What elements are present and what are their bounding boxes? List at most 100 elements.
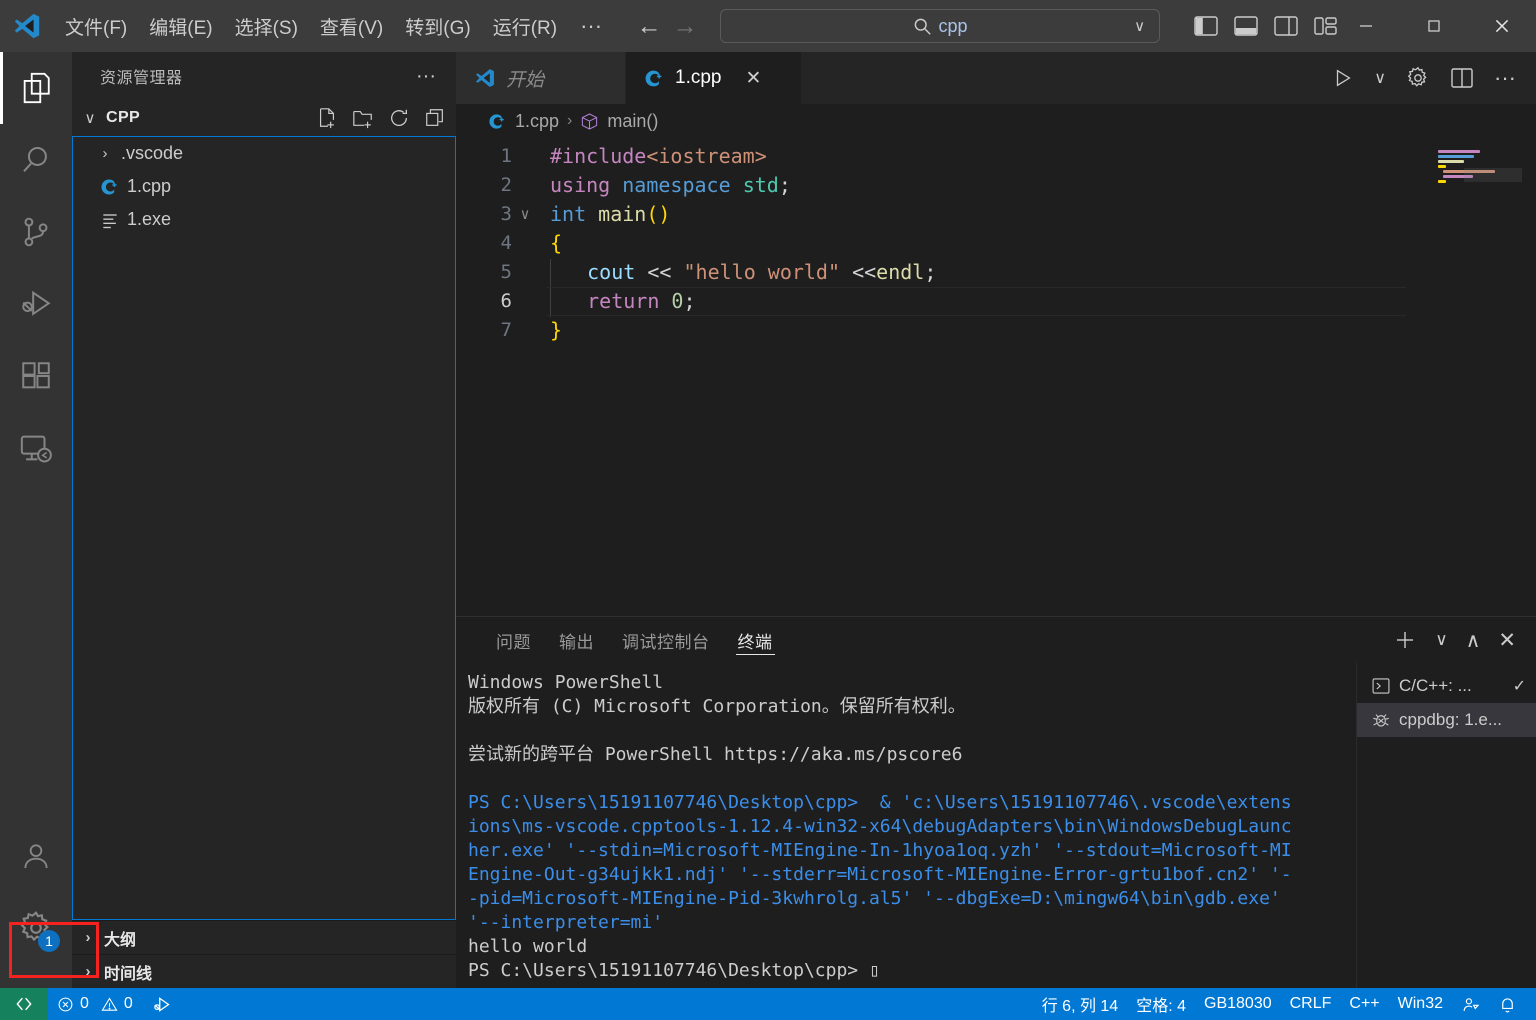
status-language-mode[interactable]: C++ (1340, 995, 1388, 1013)
activity-settings[interactable]: 1 (0, 892, 72, 964)
check-icon: ✓ (1512, 678, 1526, 695)
activity-accounts[interactable] (0, 820, 72, 892)
chevron-down-icon[interactable]: ∨ (1134, 17, 1145, 35)
close-window-button[interactable] (1468, 0, 1536, 52)
terminal-line: 尝试新的跨平台 PowerShell https://aka.ms/pscore… (468, 744, 963, 765)
menu-go[interactable]: 转到(G) (394, 0, 481, 52)
bottom-panel: 问题 输出 调试控制台 终端 ∨ ∧ ✕ Windows PowerShell … (456, 616, 1536, 988)
panel-tab-terminal[interactable]: 终端 (724, 617, 787, 663)
search-icon (913, 17, 932, 36)
close-panel-icon[interactable]: ✕ (1498, 628, 1516, 653)
terminal-instance-cppdbg[interactable]: cppdbg: 1.e... (1357, 703, 1536, 737)
section-timeline[interactable]: › 时间线 (72, 954, 456, 988)
sidebar-more-button[interactable]: ··· (408, 65, 444, 88)
refresh-icon[interactable] (388, 107, 410, 129)
settings-badge: 1 (38, 930, 60, 952)
line-number: 3 (500, 203, 512, 225)
token-main: main (598, 202, 647, 226)
collapse-all-icon[interactable] (424, 107, 446, 129)
menu-more-button[interactable]: ··· (568, 0, 614, 52)
panel-tab-problems[interactable]: 问题 (482, 617, 545, 663)
quick-open-input[interactable]: cpp ∨ (720, 9, 1161, 43)
back-arrow-icon[interactable]: ← (636, 13, 662, 39)
editor-more-button[interactable]: ··· (1494, 65, 1516, 91)
line-number: 1 (500, 145, 512, 167)
tree-item-1cpp[interactable]: 1.cpp (73, 170, 455, 203)
terminal-output[interactable]: Windows PowerShell 版权所有 (C) Microsoft Co… (456, 663, 1356, 988)
panel-tab-output[interactable]: 输出 (545, 617, 608, 663)
folder-name: CPP (106, 109, 141, 126)
terminal-instance-cpp-task[interactable]: C/C++: ... ✓ (1357, 669, 1536, 703)
terminal-line: 版权所有 (C) Microsoft Corporation。保留所有权利。 (468, 696, 966, 717)
activity-explorer[interactable] (0, 52, 72, 124)
section-outline[interactable]: › 大纲 (72, 920, 456, 954)
terminal-line: her.exe' '--stdin=Microsoft-MIEngine-In-… (468, 840, 1292, 861)
cpp-file-icon (644, 68, 665, 89)
status-line-column[interactable]: 行 6, 列 14 (1033, 992, 1127, 1016)
chevron-down-icon[interactable]: ∨ (1374, 68, 1386, 88)
status-indentation[interactable]: 空格: 4 (1127, 992, 1195, 1016)
new-terminal-icon[interactable] (1393, 628, 1417, 652)
status-encoding[interactable]: GB18030 (1195, 995, 1281, 1013)
breadcrumb-file[interactable]: 1.cpp (515, 111, 559, 132)
maximize-button[interactable] (1400, 0, 1468, 52)
activity-remote[interactable] (0, 412, 72, 484)
remote-indicator[interactable] (0, 988, 48, 1020)
status-eol[interactable]: CRLF (1281, 995, 1341, 1013)
minimize-button[interactable] (1332, 0, 1400, 52)
status-problems[interactable]: 0 0 (48, 988, 142, 1020)
activity-search[interactable] (0, 124, 72, 196)
terminal-prompt: PS C:\Users\15191107746\Desktop\cpp> (468, 960, 869, 981)
panel-tab-debug-console[interactable]: 调试控制台 (608, 617, 724, 663)
menu-edit[interactable]: 编辑(E) (138, 0, 223, 52)
new-file-icon[interactable] (316, 107, 338, 129)
run-icon[interactable] (1332, 67, 1354, 89)
gear-icon[interactable] (1406, 66, 1430, 90)
activity-run-debug[interactable] (0, 268, 72, 340)
toggle-primary-sidebar-icon[interactable] (1194, 16, 1218, 36)
minimap-slider[interactable] (1464, 168, 1522, 182)
minimap[interactable] (1410, 138, 1522, 616)
token-semicolon: ; (924, 259, 937, 284)
token-zero: 0 (671, 288, 684, 313)
activity-source-control[interactable] (0, 196, 72, 268)
feedback-icon[interactable] (1452, 995, 1489, 1014)
chevron-down-icon[interactable]: ∨ (1435, 630, 1447, 650)
file-tree[interactable]: › .vscode 1.cpp 1.exe (72, 136, 456, 920)
maximize-panel-icon[interactable]: ∧ (1466, 628, 1481, 653)
tab-1cpp[interactable]: 1.cpp ✕ (626, 52, 802, 104)
menu-file[interactable]: 文件(F) (54, 0, 138, 52)
vscode-window: 文件(F) 编辑(E) 选择(S) 查看(V) 转到(G) 运行(R) ··· … (0, 0, 1536, 1020)
forward-arrow-icon[interactable]: → (672, 13, 698, 39)
status-debug-button[interactable] (142, 988, 181, 1020)
activity-extensions[interactable] (0, 340, 72, 412)
terminal-line: -pid=Microsoft-MIEngine-Pid-3kwhrolg.al5… (468, 888, 1281, 909)
terminal-prompt-line: PS C:\Users\15191107746\Desktop\cpp> ▯ (468, 959, 1356, 983)
folder-section-header[interactable]: ∨ CPP (72, 100, 456, 136)
notifications-bell-icon[interactable] (1489, 995, 1526, 1014)
section-label: 时间线 (104, 965, 153, 983)
breadcrumb-symbol[interactable]: main() (607, 111, 658, 132)
menu-view[interactable]: 查看(V) (309, 0, 394, 52)
editor-area: 开始 1.cpp ✕ ∨ ··· 1.cpp › main() 1 #inclu… (456, 52, 1536, 988)
tab-welcome[interactable]: 开始 (456, 52, 626, 104)
menu-run[interactable]: 运行(R) (482, 0, 568, 52)
new-folder-icon[interactable] (352, 107, 374, 129)
toggle-secondary-sidebar-icon[interactable] (1274, 16, 1298, 36)
token-cout: cout (587, 259, 636, 284)
tree-item-vscode[interactable]: › .vscode (73, 137, 455, 170)
activity-bar: 1 (0, 52, 72, 988)
status-platform[interactable]: Win32 (1389, 995, 1452, 1013)
code-editor[interactable]: 1 #include<iostream> 2 using namespace s… (456, 138, 1536, 616)
menu-selection[interactable]: 选择(S) (224, 0, 309, 52)
fold-chevron-icon[interactable]: ∨ (512, 200, 538, 229)
split-editor-icon[interactable] (1450, 67, 1474, 89)
toggle-panel-icon[interactable] (1234, 16, 1258, 36)
code-line-7: 7 } (456, 316, 1536, 345)
line-number: 6 (500, 290, 512, 312)
chevron-right-icon[interactable]: › (95, 145, 115, 162)
tree-item-1exe[interactable]: 1.exe (73, 203, 455, 236)
status-bar-right: 行 6, 列 14 空格: 4 GB18030 CRLF C++ Win32 (1033, 992, 1536, 1016)
tab-close-icon[interactable]: ✕ (745, 67, 761, 90)
